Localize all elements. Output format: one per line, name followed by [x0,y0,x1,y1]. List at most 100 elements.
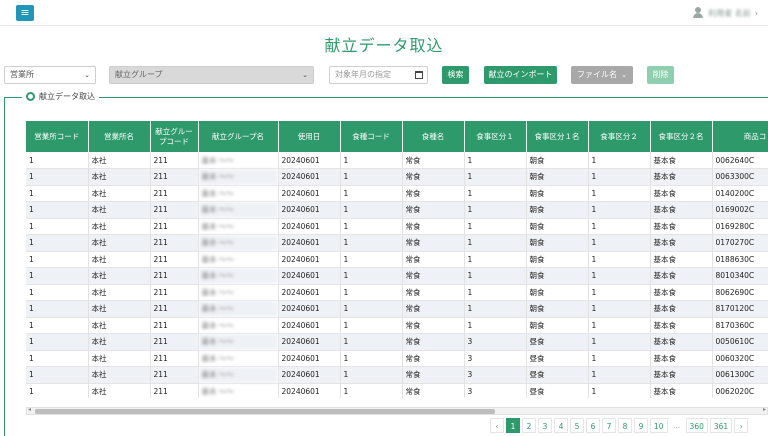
table-cell: 常食 [402,366,465,384]
table-row[interactable]: 1 本社 211 基本 ～～ 20240601 1 常食 1 朝食 1 基本食 0140200C [26,185,768,202]
column-header[interactable]: 食事区分１名 [526,121,589,152]
table-cell: 朝食 [526,201,589,219]
column-header[interactable]: 食事区分１ [464,121,527,152]
table-cell: 基本 ～～ [198,152,279,169]
table-cell: 1 [340,333,403,351]
table-row[interactable]: 1 本社 211 基本 ～～ 20240601 1 常食 1 朝食 1 基本食 0063300C [26,168,768,186]
table-cell: 20240601 [278,185,341,202]
page-button[interactable]: 5 [570,418,584,433]
column-header[interactable]: 営業所名 [88,121,151,152]
table-cell: 朝食 [526,218,589,235]
table-cell: 1 [464,284,527,301]
table-cell: 常食 [402,251,465,268]
next-page-icon[interactable]: › [734,418,749,433]
table-cell: 基本 ～～ [198,300,279,318]
table-cell: 1 [588,317,651,334]
page-button[interactable]: 10 [650,418,668,433]
table-cell: 211 [150,333,199,351]
table-cell: 本社 [88,218,151,235]
table-cell: 20240601 [278,317,341,334]
table-cell: 本社 [88,201,151,219]
column-header[interactable]: 献立グループコード [150,121,199,152]
table-row[interactable]: 1 本社 211 基本 ～～ 20240601 1 常食 1 朝食 1 基本食 0188630C [26,251,768,268]
radio-selected-icon[interactable] [26,92,35,101]
table-cell: 基本 ～～ [198,284,279,301]
table-cell: 0062640C [712,152,768,169]
table-cell: 1 [464,234,527,252]
table-row[interactable]: 1 本社 211 基本 ～～ 20240601 1 常食 3 昼食 1 基本食 0061300C [26,366,768,384]
page-button[interactable]: 360 [685,418,708,433]
calendar-icon[interactable] [415,71,423,79]
menu-group-select[interactable]: 献立グループ ⌄ [109,66,314,84]
scrollbar-thumb[interactable] [35,409,495,414]
page-button[interactable]: 8 [618,418,632,433]
column-header[interactable]: 食種名 [402,121,465,152]
table-cell: 211 [150,152,199,169]
table-row[interactable]: 1 本社 211 基本 ～～ 20240601 1 常食 1 朝食 1 基本食 8170360C [26,317,768,334]
column-header[interactable]: 献立グループ名 [198,121,279,152]
search-button[interactable]: 検索 [442,66,469,84]
column-header[interactable]: 食事区分２ [588,121,651,152]
column-header[interactable]: 食種コード [340,121,403,152]
column-header[interactable]: 使用日 [278,121,341,152]
scroll-right-arrow-icon[interactable]: ▸ [763,406,766,413]
table-cell: 1 [588,152,651,169]
table-cell: 1 [26,152,89,169]
table-cell: 常食 [402,284,465,301]
table-cell: 1 [588,185,651,202]
table-cell: 基本食 [650,350,713,367]
delete-button[interactable]: 削除 [647,66,674,84]
hamburger-menu-icon[interactable]: ≡ [16,5,34,21]
table-row[interactable]: 1 本社 211 基本 ～～ 20240601 1 常食 1 朝食 1 基本食 0169280C [26,218,768,235]
table-cell: 基本食 [650,201,713,219]
menu-group-select-value: 献立グループ [115,70,163,79]
table-cell: 常食 [402,152,465,169]
office-select[interactable]: 営業所 ⌄ [4,66,96,84]
column-header[interactable]: 食事区分２名 [650,121,713,152]
horizontal-scrollbar[interactable]: ◂ ▸ [26,406,768,415]
table-row[interactable]: 1 本社 211 基本 ～～ 20240601 1 常食 1 朝食 1 基本食 0170270C [26,234,768,252]
table-cell: 基本食 [650,284,713,301]
page-button[interactable]: 7 [602,418,616,433]
table-cell: 1 [340,350,403,367]
file-name-select[interactable]: ファイル名 ⌄ [571,66,633,84]
table-row[interactable]: 1 本社 211 基本 ～～ 20240601 1 常食 1 朝食 1 基本食 8062690C [26,284,768,301]
table-cell: 20240601 [278,300,341,318]
table-cell: 1 [588,366,651,384]
table-row[interactable]: 1 本社 211 基本 ～～ 20240601 1 常食 3 昼食 1 基本食 0050610C [26,333,768,351]
table-row[interactable]: 1 本社 211 基本 ～～ 20240601 1 常食 3 昼食 1 基本食 0062020C [26,383,768,398]
user-menu[interactable]: 利用者 名前 › [692,7,758,19]
table-cell: 1 [464,201,527,219]
table-cell: 1 [340,234,403,252]
table-cell: 1 [26,168,89,186]
table-cell: 1 [26,218,89,235]
table-cell: 20240601 [278,234,341,252]
table-cell: 8170360C [712,317,768,334]
page-title: 献立データ取込 [324,36,444,55]
page-button[interactable]: 1 [506,418,520,433]
page-button[interactable]: 4 [554,418,568,433]
target-month-input[interactable]: 対象年月の指定 [329,66,428,84]
page-button[interactable]: 3 [538,418,552,433]
table-row[interactable]: 1 本社 211 基本 ～～ 20240601 1 常食 1 朝食 1 基本食 0062640C [26,152,768,169]
table-cell: 211 [150,284,199,301]
table-cell: 0062020C [712,383,768,398]
table-cell: 本社 [88,267,151,285]
page-button[interactable]: 2 [522,418,536,433]
import-menu-button[interactable]: 献立のインポート [484,66,557,84]
column-header[interactable]: 商品コ [712,121,768,152]
scroll-left-arrow-icon[interactable]: ◂ [28,406,31,413]
table-row[interactable]: 1 本社 211 基本 ～～ 20240601 1 常食 1 朝食 1 基本食 8170120C [26,300,768,318]
table-cell: 常食 [402,300,465,318]
prev-page-icon[interactable]: ‹ [490,418,504,433]
table-row[interactable]: 1 本社 211 基本 ～～ 20240601 1 常食 3 昼食 1 基本食 0060320C [26,350,768,367]
table-row[interactable]: 1 本社 211 基本 ～～ 20240601 1 常食 1 朝食 1 基本食 8010340C [26,267,768,285]
table-cell: 基本食 [650,218,713,235]
table-row[interactable]: 1 本社 211 基本 ～～ 20240601 1 常食 1 朝食 1 基本食 0169002C [26,201,768,219]
column-header[interactable]: 営業所コード [26,121,89,152]
page-button[interactable]: 9 [634,418,648,433]
table-cell: 1 [464,251,527,268]
page-button[interactable]: 361 [709,418,733,433]
table-cell: 3 [464,366,527,384]
page-button[interactable]: 6 [586,418,600,433]
